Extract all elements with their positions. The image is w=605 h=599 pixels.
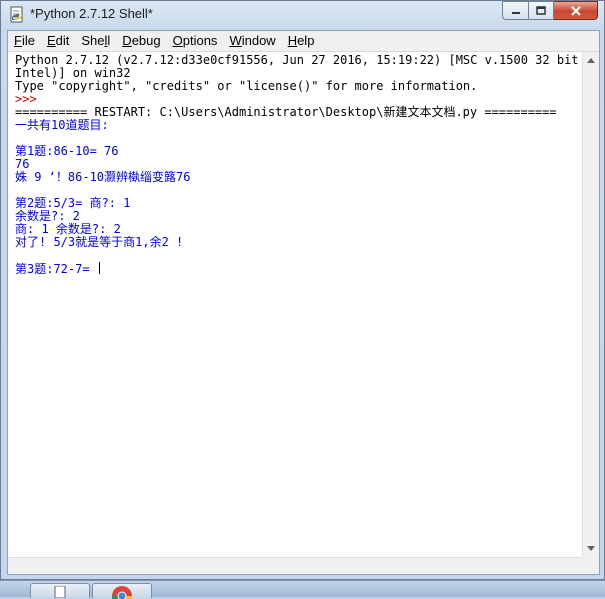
minimize-button[interactable] <box>502 1 528 20</box>
menu-edit[interactable]: Edit <box>41 31 75 51</box>
minimize-icon <box>511 7 521 15</box>
shell-input-line[interactable]: 第3题:72-7= <box>15 262 100 275</box>
arrow-down-icon <box>587 546 595 551</box>
taskbar <box>0 580 605 597</box>
horizontal-scrollbar[interactable] <box>8 557 582 574</box>
menu-shell[interactable]: Shell <box>75 31 116 51</box>
arrow-up-icon <box>587 58 595 63</box>
document-icon <box>53 586 67 598</box>
menu-debug[interactable]: Debug <box>116 31 166 51</box>
scroll-down-button[interactable] <box>583 540 599 557</box>
shell-text-area[interactable]: Python 2.7.12 (v2.7.12:d33e0cf91556, Jun… <box>8 52 584 557</box>
maximize-icon <box>536 6 546 15</box>
menu-debug-mnemonic: D <box>122 33 131 48</box>
menu-file-rest: ile <box>22 33 35 48</box>
menu-window[interactable]: Window <box>223 31 281 51</box>
python-idle-app-icon <box>8 6 26 24</box>
menu-help-mnemonic: H <box>288 33 297 48</box>
menu-help[interactable]: Help <box>282 31 321 51</box>
menu-shell-pre: She <box>81 33 104 48</box>
scroll-up-button[interactable] <box>583 52 599 69</box>
title-bar[interactable]: *Python 2.7.12 Shell* <box>1 1 604 29</box>
menu-file-mnemonic: F <box>14 33 22 48</box>
shell-line: 姝 9 ‘！86-10灏辨槸缁变簬76 <box>15 171 190 184</box>
close-button[interactable] <box>554 1 598 20</box>
close-icon <box>570 6 582 16</box>
taskbar-button-document[interactable] <box>30 583 90 598</box>
window-title: *Python 2.7.12 Shell* <box>30 6 153 21</box>
menu-options-mnemonic: O <box>173 33 183 48</box>
shell-line: 第1题:86-10= 76 <box>15 145 118 158</box>
menu-file[interactable]: File <box>8 31 41 51</box>
idle-shell-window: *Python 2.7.12 Shell* File Edit Shell De… <box>0 0 605 580</box>
taskbar-button-chrome[interactable] <box>92 583 152 598</box>
shell-line: 一共有10道题目: <box>15 119 109 132</box>
menu-bar: File Edit Shell Debug Options Window Hel… <box>8 31 599 52</box>
current-question: 第3题:72-7= <box>15 262 97 276</box>
menu-edit-rest: dit <box>56 33 70 48</box>
menu-options-rest: ptions <box>183 33 218 48</box>
vertical-scrollbar[interactable] <box>582 52 599 557</box>
menu-window-mnemonic: W <box>229 33 241 48</box>
menu-debug-rest: ebug <box>132 33 161 48</box>
menu-options[interactable]: Options <box>167 31 224 51</box>
caption-buttons <box>502 1 598 21</box>
menu-edit-mnemonic: E <box>47 33 56 48</box>
text-cursor <box>99 262 100 274</box>
window-client-area: File Edit Shell Debug Options Window Hel… <box>7 30 600 575</box>
menu-window-rest: indow <box>242 33 276 48</box>
menu-help-rest: elp <box>297 33 314 48</box>
shell-line: Type "copyright", "credits" or "license(… <box>15 80 477 93</box>
shell-line: 对了! 5/3就是等于商1,余2 ! <box>15 236 183 249</box>
maximize-button[interactable] <box>528 1 554 20</box>
scrollbar-corner <box>582 557 599 574</box>
menu-shell-rest: l <box>107 33 110 48</box>
